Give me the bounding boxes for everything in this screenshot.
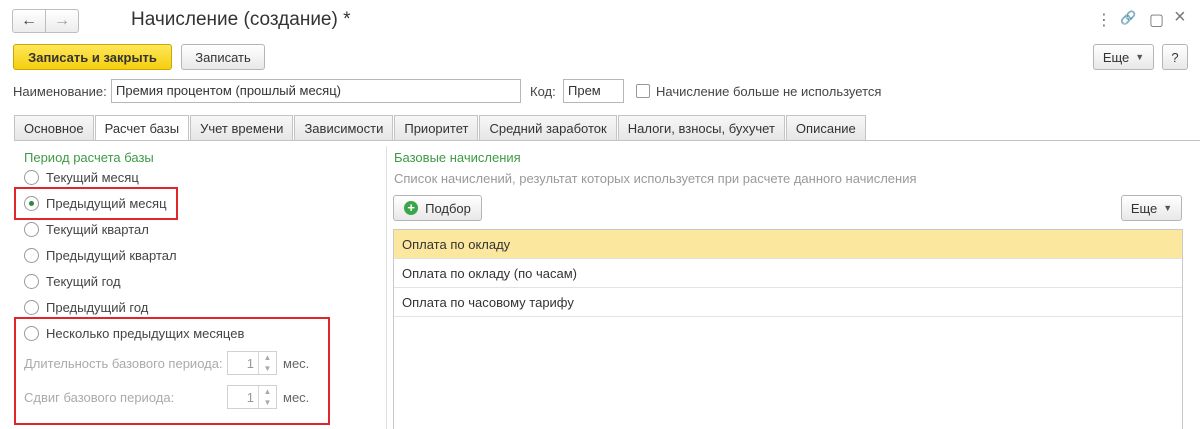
save-and-close-button[interactable]: Записать и закрыть	[13, 44, 172, 70]
name-label: Наименование:	[13, 84, 107, 99]
window-title: Начисление (создание) *	[131, 9, 351, 30]
tab-dependencies[interactable]: Зависимости	[294, 115, 394, 140]
radio-button[interactable]	[24, 169, 39, 185]
caret-down-icon: ▼	[1163, 203, 1173, 213]
name-field[interactable]: Премия процентом (прошлый месяц)	[111, 79, 521, 103]
radio-current-month[interactable]: Текущий месяц	[24, 167, 139, 187]
more-button-label: Еще	[1102, 49, 1130, 65]
radio-current-year[interactable]: Текущий год	[24, 271, 121, 291]
menu-icon[interactable]: ⋮	[1096, 10, 1112, 30]
tab-bar: Основное Расчет базы Учет времени Зависи…	[14, 115, 867, 141]
list-more-label: Еще	[1130, 200, 1158, 216]
select-button-label: Подбор	[425, 200, 471, 216]
select-button[interactable]: + Подбор	[393, 195, 482, 221]
radio-button[interactable]	[24, 273, 39, 289]
code-label: Код:	[530, 84, 556, 99]
radio-label: Предыдущий квартал	[46, 247, 177, 263]
code-field[interactable]: Прем	[563, 79, 624, 103]
radio-previous-quarter[interactable]: Предыдущий квартал	[24, 245, 177, 265]
radio-button[interactable]	[24, 299, 39, 315]
tab-divider	[14, 140, 1200, 141]
tab-main[interactable]: Основное	[14, 115, 94, 140]
unused-checkbox[interactable]	[636, 84, 650, 98]
more-button[interactable]: Еще ▼	[1093, 44, 1154, 70]
help-button[interactable]: ?	[1162, 44, 1188, 70]
highlight-box-several-months	[14, 317, 330, 425]
highlight-box-previous-month	[14, 187, 178, 220]
panel-divider	[386, 146, 387, 429]
table-row[interactable]: Оплата по окладу (по часам)	[394, 259, 1182, 288]
arrow-left-icon: ←	[21, 12, 37, 29]
tab-priority[interactable]: Приоритет	[394, 115, 479, 140]
caret-down-icon: ▼	[1135, 52, 1145, 62]
tab-base-calc[interactable]: Расчет базы	[94, 115, 190, 141]
tab-description[interactable]: Описание	[785, 115, 866, 140]
radio-current-quarter[interactable]: Текущий квартал	[24, 219, 149, 239]
radio-previous-year[interactable]: Предыдущий год	[24, 297, 148, 317]
plus-icon: +	[404, 201, 419, 215]
radio-label: Текущий месяц	[46, 169, 139, 185]
close-icon[interactable]: ×	[1174, 6, 1186, 29]
back-button[interactable]: ←	[12, 9, 46, 33]
table-row[interactable]: Оплата по часовому тарифу	[394, 288, 1182, 317]
unused-label: Начисление больше не используется	[656, 84, 882, 99]
maximize-icon[interactable]: ▢	[1149, 10, 1164, 30]
link-icon[interactable]: 🔗	[1120, 10, 1136, 26]
tab-average-earnings[interactable]: Средний заработок	[479, 115, 617, 140]
forward-button[interactable]: →	[45, 9, 79, 33]
base-group-title: Базовые начисления	[394, 150, 521, 165]
radio-label: Текущий квартал	[46, 221, 149, 237]
tab-time-accounting[interactable]: Учет времени	[190, 115, 294, 140]
tab-taxes[interactable]: Налоги, взносы, бухучет	[617, 115, 785, 140]
base-description: Список начислений, результат которых исп…	[394, 171, 917, 186]
radio-button[interactable]	[24, 221, 39, 237]
list-more-button[interactable]: Еще ▼	[1121, 195, 1182, 221]
table-row[interactable]: Оплата по окладу	[394, 230, 1182, 259]
period-group-title: Период расчета базы	[24, 150, 154, 165]
arrow-right-icon: →	[54, 12, 70, 29]
radio-button[interactable]	[24, 247, 39, 263]
radio-label: Предыдущий год	[46, 299, 149, 315]
radio-label: Текущий год	[46, 273, 121, 289]
save-button[interactable]: Записать	[181, 44, 265, 70]
base-accruals-table: Оплата по окладу Оплата по окладу (по ча…	[393, 229, 1183, 429]
